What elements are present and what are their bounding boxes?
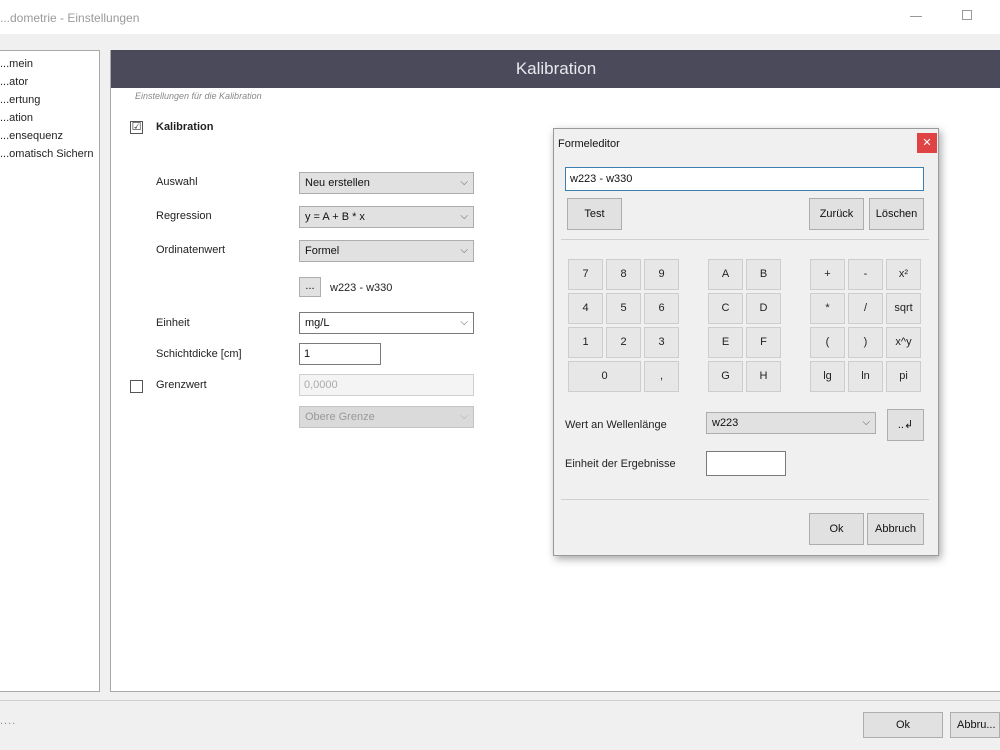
key-a[interactable]: A (708, 259, 743, 290)
nav-item-messsequenz[interactable]: ...ensequenz (0, 127, 63, 145)
schichtdicke-value: 1 (304, 348, 311, 360)
key-divide[interactable]: / (848, 293, 883, 324)
grenze-value: Obere Grenze (305, 411, 375, 423)
key-multiply[interactable]: * (810, 293, 845, 324)
key-8[interactable]: 8 (606, 259, 641, 290)
key-b[interactable]: B (746, 259, 781, 290)
key-6[interactable]: 6 (644, 293, 679, 324)
status-dots: .... (0, 715, 17, 727)
einheit-ergebnisse-label: Einheit der Ergebnisse (565, 458, 676, 470)
title-bar: ...dometrie - Einstellungen (0, 0, 1000, 34)
key-1[interactable]: 1 (568, 327, 603, 358)
key-g[interactable]: G (708, 361, 743, 392)
zurueck-button[interactable]: Zurück (809, 198, 864, 230)
formula-input[interactable]: w223 - w330 (565, 167, 924, 191)
panel-subtitle: Einstellungen für die Kalibration (135, 91, 262, 101)
key-2[interactable]: 2 (606, 327, 641, 358)
dialog-divider (561, 499, 929, 500)
insert-wavelength-button[interactable]: ..↲ (887, 409, 924, 441)
key-f[interactable]: F (746, 327, 781, 358)
test-button[interactable]: Test (567, 198, 622, 230)
formula-editor-button[interactable]: ... (299, 277, 321, 297)
grenzwert-label: Grenzwert (156, 379, 207, 391)
maximize-icon[interactable] (962, 10, 972, 20)
key-square[interactable]: x² (886, 259, 921, 290)
ordinatenwert-label: Ordinatenwert (156, 244, 226, 256)
grenze-select[interactable]: Obere Grenze ⌵ (299, 406, 474, 428)
formel-editor-dialog: Formeleditor ✕ w223 - w330 Test Zurück L… (553, 128, 939, 556)
key-5[interactable]: 5 (606, 293, 641, 324)
schichtdicke-label: Schichtdicke [cm] (156, 348, 242, 360)
grenzwert-value: 0,0000 (304, 379, 338, 391)
einheit-label: Einheit (156, 317, 190, 329)
key-c[interactable]: C (708, 293, 743, 324)
regression-select[interactable]: y = A + B * x ⌵ (299, 206, 474, 228)
einheit-ergebnisse-input[interactable] (706, 451, 786, 476)
wellenlaenge-value: w223 (712, 417, 739, 429)
key-d[interactable]: D (746, 293, 781, 324)
auswahl-value: Neu erstellen (305, 177, 370, 189)
ordinatenwert-value: Formel (305, 245, 340, 257)
key-sqrt[interactable]: sqrt (886, 293, 921, 324)
loeschen-button[interactable]: Löschen (869, 198, 924, 230)
dialog-ok-button[interactable]: Ok (809, 513, 864, 545)
auswahl-select[interactable]: Neu erstellen ⌵ (299, 172, 474, 194)
kalibration-label: Kalibration (156, 121, 214, 133)
bottom-bar: .... Ok Abbru... (0, 700, 1000, 750)
key-lg[interactable]: lg (810, 361, 845, 392)
key-plus[interactable]: + (810, 259, 845, 290)
grenzwert-input[interactable]: 0,0000 (299, 374, 474, 396)
dialog-divider (561, 239, 929, 240)
formula-value: w223 - w330 (570, 173, 633, 185)
grenzwert-checkbox[interactable] (130, 380, 143, 393)
formula-text: w223 - w330 (330, 282, 393, 294)
ordinatenwert-select[interactable]: Formel ⌵ (299, 240, 474, 262)
chevron-down-icon: ⌵ (460, 411, 468, 422)
nav-item-auswertung[interactable]: ...ertung (0, 91, 40, 109)
key-3[interactable]: 3 (644, 327, 679, 358)
nav-item-autosave[interactable]: ...omatisch Sichern (0, 145, 94, 163)
panel-header: Kalibration (111, 50, 1000, 88)
key-pi[interactable]: pi (886, 361, 921, 392)
einheit-select[interactable]: mg/L ⌵ (299, 312, 474, 334)
window-title: ...dometrie - Einstellungen (0, 11, 140, 25)
abbruch-button[interactable]: Abbru... (950, 712, 1000, 738)
chevron-down-icon: ⌵ (862, 417, 870, 428)
kalibration-checkbox[interactable]: ☑ (130, 121, 143, 134)
nav-item-allgemein[interactable]: ...mein (0, 55, 33, 73)
ok-button[interactable]: Ok (863, 712, 943, 738)
regression-value: y = A + B * x (305, 211, 365, 223)
key-9[interactable]: 9 (644, 259, 679, 290)
close-icon[interactable]: ✕ (917, 133, 937, 153)
key-4[interactable]: 4 (568, 293, 603, 324)
nav-item-kalibration[interactable]: ...ation (0, 109, 33, 127)
minimize-icon[interactable] (910, 16, 922, 17)
dialog-title: Formeleditor (558, 138, 620, 150)
chevron-down-icon: ⌵ (460, 211, 468, 222)
regression-label: Regression (156, 210, 212, 222)
key-minus[interactable]: - (848, 259, 883, 290)
einheit-value: mg/L (305, 317, 330, 329)
key-ln[interactable]: ln (848, 361, 883, 392)
dialog-abbruch-button[interactable]: Abbruch (867, 513, 924, 545)
nav-item-operator[interactable]: ...ator (0, 73, 28, 91)
schichtdicke-input[interactable]: 1 (299, 343, 381, 365)
wellenlaenge-select[interactable]: w223 ⌵ (706, 412, 876, 434)
auswahl-label: Auswahl (156, 176, 198, 188)
wert-label: Wert an Wellenlänge (565, 419, 667, 431)
key-close-paren[interactable]: ) (848, 327, 883, 358)
key-7[interactable]: 7 (568, 259, 603, 290)
chevron-down-icon: ⌵ (460, 177, 468, 188)
key-open-paren[interactable]: ( (810, 327, 845, 358)
key-power[interactable]: x^y (886, 327, 921, 358)
settings-nav-list: ...mein ...ator ...ertung ...ation ...en… (0, 50, 100, 692)
key-comma[interactable]: , (644, 361, 679, 392)
chevron-down-icon: ⌵ (460, 317, 468, 328)
chevron-down-icon: ⌵ (460, 245, 468, 256)
key-h[interactable]: H (746, 361, 781, 392)
key-0[interactable]: 0 (568, 361, 641, 392)
key-e[interactable]: E (708, 327, 743, 358)
